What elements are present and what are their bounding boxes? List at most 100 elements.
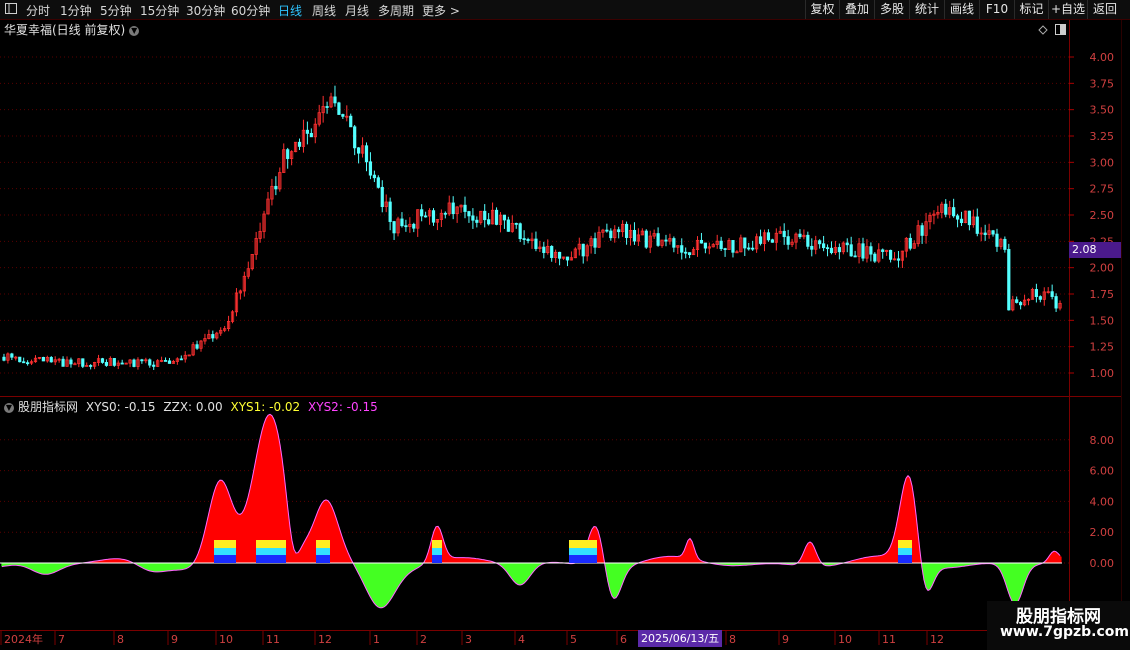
candle-down bbox=[167, 360, 172, 364]
candle-down bbox=[49, 357, 53, 363]
candle-down bbox=[522, 238, 526, 240]
signal-block-blue bbox=[214, 555, 236, 563]
time-tick-label: 10 bbox=[838, 633, 852, 646]
candle-down bbox=[747, 247, 751, 250]
candle-down bbox=[542, 246, 546, 253]
indicator-header: ▼ 股朋指标网 XYS0: -0.15 ZZX: 0.00 XYS1: -0.02… bbox=[4, 398, 378, 415]
window-toggle-fill bbox=[1060, 25, 1065, 34]
candle-down bbox=[463, 204, 467, 212]
candle-down bbox=[664, 239, 668, 242]
candle-down bbox=[751, 247, 755, 250]
time-tick-label: 9 bbox=[171, 633, 178, 646]
candle-down bbox=[837, 247, 841, 253]
chevron-down-icon[interactable]: ▼ bbox=[129, 25, 140, 36]
xys1-value: XYS1: -0.02 bbox=[230, 400, 301, 414]
candle-down bbox=[770, 239, 774, 243]
candle-down bbox=[908, 237, 912, 249]
price-tick-label: 1.75 bbox=[1090, 288, 1115, 301]
candle-down bbox=[565, 256, 570, 261]
signal-block-yellow bbox=[432, 540, 442, 548]
candle-down bbox=[1050, 291, 1054, 297]
candle-down bbox=[22, 361, 26, 364]
candle-down bbox=[380, 186, 384, 208]
candle-down bbox=[514, 222, 518, 225]
candle-down bbox=[341, 114, 345, 117]
candle-down bbox=[967, 210, 971, 226]
cursor-date-label: 2025/06/13/五 bbox=[638, 630, 723, 647]
candle-down bbox=[392, 221, 396, 234]
candle-down bbox=[1038, 296, 1042, 300]
signal-block-yellow bbox=[214, 540, 236, 548]
indicator-tick-label: 2.00 bbox=[1090, 526, 1115, 539]
candlestick-series bbox=[2, 85, 1062, 370]
candle-down bbox=[656, 233, 660, 246]
chart-canvas[interactable]: 4.003.753.503.253.002.752.502.252.001.75… bbox=[0, 0, 1130, 650]
candle-down bbox=[333, 96, 337, 104]
candle-down bbox=[163, 360, 168, 362]
time-axis: 2024年789101112123456789101112 bbox=[0, 631, 944, 646]
candle-down bbox=[148, 359, 152, 366]
price-tick-label: 3.00 bbox=[1090, 156, 1115, 169]
signal-block-cyan bbox=[569, 548, 597, 555]
candle-down bbox=[719, 240, 723, 250]
candle-down bbox=[286, 149, 290, 159]
candle-down bbox=[349, 115, 353, 128]
candle-down bbox=[41, 356, 45, 362]
time-tick-label: 12 bbox=[930, 633, 944, 646]
indicator-tick-label: 8.00 bbox=[1090, 434, 1115, 447]
candle-down bbox=[211, 334, 215, 339]
candle-down bbox=[494, 209, 499, 225]
signal-block-blue bbox=[256, 555, 286, 563]
current-price-label: 2.08 bbox=[1069, 242, 1121, 258]
candle-down bbox=[89, 365, 93, 367]
candle-down bbox=[420, 209, 424, 217]
candle-down bbox=[975, 216, 979, 234]
candle-down bbox=[944, 203, 948, 215]
candle-down bbox=[26, 362, 30, 365]
candle-down bbox=[120, 362, 124, 365]
xys2-value: XYS2: -0.15 bbox=[308, 400, 378, 414]
candle-down bbox=[766, 232, 771, 241]
time-tick-label: 7 bbox=[58, 633, 65, 646]
candle-down bbox=[412, 223, 416, 229]
watermark-url: www.7gpzb.com bbox=[1000, 624, 1130, 640]
candle-down bbox=[431, 210, 436, 223]
candle-down bbox=[69, 359, 73, 365]
time-tick-label: 2024年 bbox=[4, 632, 43, 646]
candle-down bbox=[825, 247, 830, 250]
candle-down bbox=[743, 237, 747, 249]
candle-down bbox=[881, 249, 885, 252]
candle-down bbox=[357, 147, 361, 154]
candle-down bbox=[353, 126, 357, 149]
price-tick-label: 3.50 bbox=[1090, 104, 1115, 117]
signal-block-yellow bbox=[316, 540, 330, 548]
candle-down bbox=[305, 129, 309, 134]
time-tick-label: 4 bbox=[518, 633, 525, 646]
candle-down bbox=[786, 236, 790, 245]
candle-down bbox=[297, 141, 302, 147]
price-tick-label: 4.00 bbox=[1090, 51, 1115, 64]
price-tick-label: 2.75 bbox=[1090, 183, 1115, 196]
candle-down bbox=[861, 243, 865, 259]
candle-down bbox=[61, 358, 65, 367]
candle-down bbox=[731, 240, 735, 253]
stock-title[interactable]: 华夏幸福(日线 前复权) ▼ bbox=[4, 21, 140, 38]
candle-down bbox=[617, 229, 621, 233]
candle-down bbox=[2, 356, 6, 361]
time-tick-label: 5 bbox=[570, 633, 577, 646]
chevron-down-icon[interactable]: ▼ bbox=[4, 402, 14, 413]
candle-down bbox=[869, 246, 873, 255]
candle-down bbox=[920, 225, 924, 236]
candle-down bbox=[487, 219, 491, 225]
price-axis: 4.003.753.503.253.002.752.502.252.001.75… bbox=[1069, 51, 1114, 380]
signal-block-yellow bbox=[569, 540, 597, 548]
time-tick-label: 8 bbox=[117, 633, 124, 646]
candle-down bbox=[195, 344, 199, 349]
candle-down bbox=[845, 242, 849, 246]
indicator-name[interactable]: 股朋指标网 bbox=[18, 400, 78, 414]
signal-block-cyan bbox=[316, 548, 330, 555]
diamond-icon[interactable] bbox=[1038, 25, 1048, 35]
candle-down bbox=[818, 240, 822, 245]
candle-down bbox=[688, 252, 692, 256]
indicator-series bbox=[0, 413, 1062, 609]
